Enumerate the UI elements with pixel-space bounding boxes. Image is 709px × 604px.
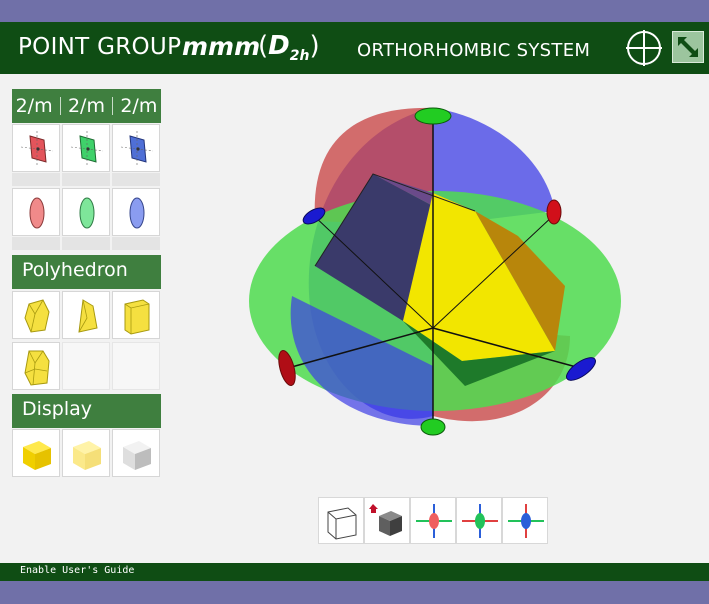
empty-slot <box>62 342 110 390</box>
symmetry-header: 2/m 2/m 2/m <box>12 89 161 123</box>
combined-form-icon <box>24 350 50 386</box>
symmetry-label-2: 2/m <box>67 95 105 117</box>
display-gray-button[interactable] <box>112 429 160 477</box>
bottom-strip <box>0 581 709 604</box>
green-axis-marker-bottom <box>420 418 446 436</box>
green-axis-marker-top <box>414 107 452 125</box>
expand-icon <box>678 37 698 57</box>
enable-guide-link[interactable]: Enable User's Guide <box>20 565 134 576</box>
polyhedron-section-header: Polyhedron <box>12 255 161 289</box>
polyhedron-option-1[interactable] <box>12 291 60 339</box>
polyhedron-option-2[interactable] <box>62 291 110 339</box>
expand-button[interactable] <box>672 31 704 63</box>
view-toolbar <box>318 497 550 544</box>
spacer <box>12 237 60 250</box>
schoenflies-sub: 2h <box>289 48 310 65</box>
axis-red-icon <box>416 504 452 538</box>
spacer <box>112 237 160 250</box>
plane-red-button[interactable] <box>12 124 60 172</box>
plane-blue-icon <box>120 131 154 167</box>
crosshair-icon <box>626 30 662 66</box>
polyhedron-option-4[interactable] <box>12 342 60 390</box>
symmetry-divider <box>112 97 114 115</box>
wedge-form-icon <box>78 299 98 333</box>
axis-green-ellipse-icon <box>79 197 95 229</box>
red-axis-marker-right <box>546 199 562 225</box>
spacer <box>62 173 110 186</box>
page-title: POINT GROUP <box>18 34 182 60</box>
axis-blue-icon <box>508 504 544 538</box>
symmetry-divider <box>59 97 61 115</box>
spacer <box>62 237 110 250</box>
top-strip <box>0 0 709 22</box>
home-cube-icon <box>369 504 402 536</box>
crystal-system-label: ORTHORHOMBIC SYSTEM <box>357 40 591 61</box>
prism-form-icon <box>124 299 150 335</box>
blue-axis-view-button[interactable] <box>502 497 548 544</box>
hermann-mauguin-symbol: mmm <box>182 32 261 61</box>
3d-viewer[interactable] <box>240 96 630 441</box>
plane-green-button[interactable] <box>62 124 110 172</box>
footer-bar: Enable User's Guide <box>0 563 709 581</box>
axis-blue-button[interactable] <box>112 188 160 236</box>
symmetry-label-1: 2/m <box>15 95 53 117</box>
axis-red-button[interactable] <box>12 188 60 236</box>
display-solid-button[interactable] <box>12 429 60 477</box>
red-axis-view-button[interactable] <box>410 497 456 544</box>
plane-red-icon <box>20 131 54 167</box>
axis-green-button[interactable] <box>62 188 110 236</box>
polyhedron-option-3[interactable] <box>112 291 160 339</box>
wireframe-view-button[interactable] <box>318 497 364 544</box>
symmetry-label-3: 2/m <box>120 95 158 117</box>
home-view-button[interactable] <box>364 497 410 544</box>
plane-green-icon <box>70 131 104 167</box>
gray-cube-icon <box>123 441 151 470</box>
solid-cube-icon <box>23 441 51 470</box>
axis-green-icon <box>462 504 498 538</box>
crosshair-button[interactable] <box>624 28 664 68</box>
green-axis-view-button[interactable] <box>456 497 502 544</box>
schoenflies-symbol: (D2h) <box>258 31 320 65</box>
spacer <box>112 173 160 186</box>
display-translucent-button[interactable] <box>62 429 110 477</box>
axis-blue-ellipse-icon <box>129 197 145 229</box>
empty-slot <box>112 342 160 390</box>
header-bar: POINT GROUP mmm (D2h) ORTHORHOMBIC SYSTE… <box>0 22 709 74</box>
wireframe-cube-icon <box>327 507 357 540</box>
spacer <box>12 173 60 186</box>
translucent-cube-icon <box>73 441 101 470</box>
crystal-form-icon <box>24 299 50 333</box>
plane-blue-button[interactable] <box>112 124 160 172</box>
schoenflies-main: D <box>268 31 290 61</box>
axis-red-ellipse-icon <box>29 197 45 229</box>
display-section-header: Display <box>12 394 161 428</box>
stereo-model-canvas[interactable] <box>240 96 630 441</box>
